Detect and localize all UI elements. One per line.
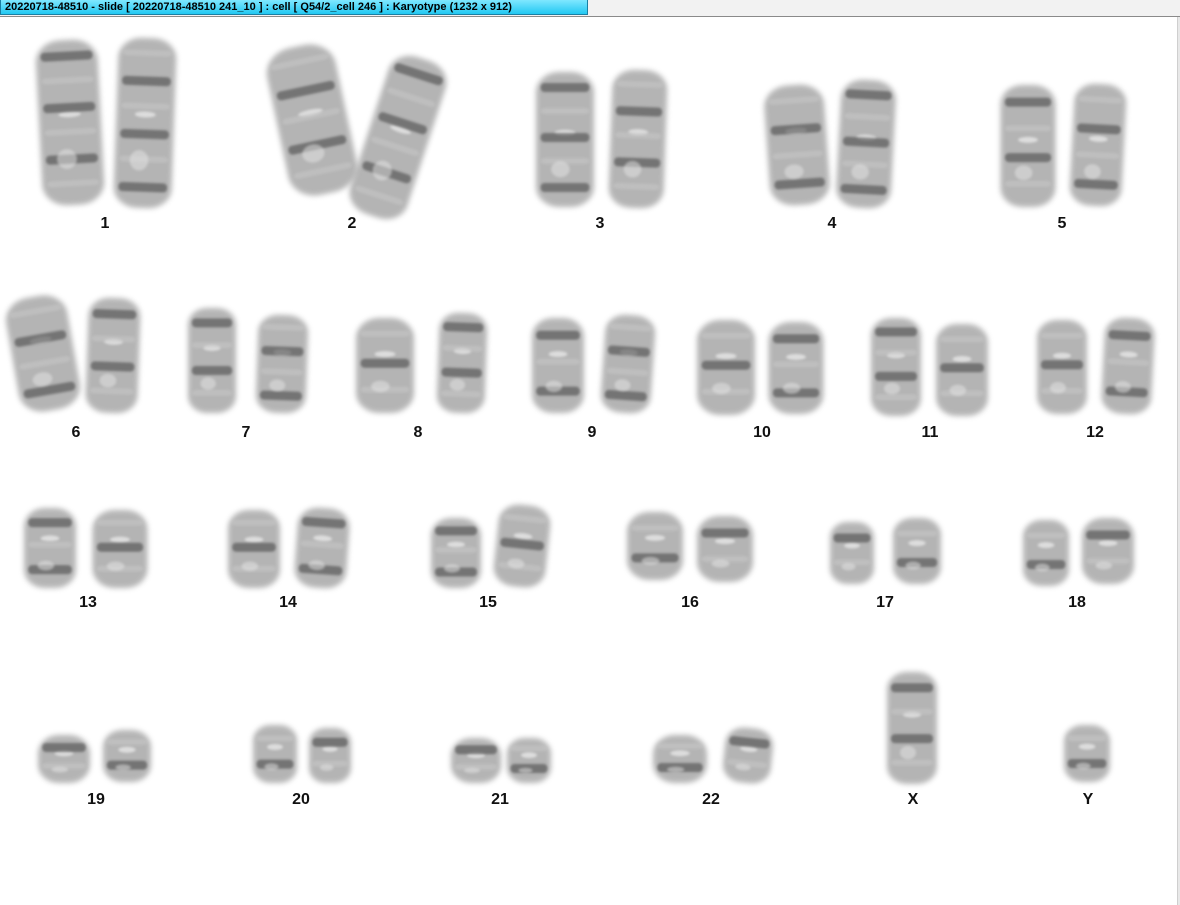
chromosome-label: 12: [1086, 424, 1104, 441]
chromosome-image[interactable]: [830, 522, 874, 584]
chromosome-label: 20: [292, 791, 310, 808]
chromosome-pair-8[interactable]: 8: [356, 312, 488, 441]
chromosome-pair-y[interactable]: Y: [1064, 725, 1110, 808]
chromosome-pair-x[interactable]: X: [887, 672, 937, 808]
chromosome-image[interactable]: [293, 506, 350, 589]
chromosome-image[interactable]: [871, 318, 921, 416]
chromosome-label: 14: [279, 594, 297, 611]
chromosome-pair-11[interactable]: 11: [871, 318, 988, 441]
chromosome-pair-10[interactable]: 10: [697, 320, 824, 441]
chromosome-label: 15: [479, 594, 497, 611]
chromosome-image[interactable]: [1037, 320, 1087, 414]
chromosome-image[interactable]: [255, 314, 309, 414]
chromosome-image[interactable]: [2, 291, 83, 415]
chromosome-label: 9: [588, 424, 597, 441]
chromosome-image[interactable]: [262, 39, 362, 200]
chromosome-image[interactable]: [309, 728, 351, 783]
chromosome-pair-18[interactable]: 18: [1023, 518, 1134, 611]
chromosome-image[interactable]: [38, 735, 90, 783]
chromosome-image[interactable]: [697, 320, 755, 415]
chromosome-pair-12[interactable]: 12: [1037, 317, 1155, 441]
chromosome-image[interactable]: [1101, 317, 1156, 415]
title-bar: 20220718-48510 - slide [ 20220718-48510 …: [0, 0, 1180, 17]
chromosome-image[interactable]: [92, 510, 148, 588]
chromosome-label: 18: [1068, 594, 1086, 611]
chromosome-label: 11: [922, 424, 939, 441]
chromosome-label: 3: [596, 215, 605, 232]
chromosome-label: 10: [753, 424, 771, 441]
chromosome-pair-1[interactable]: 1: [35, 37, 177, 232]
chromosome-label: 7: [242, 424, 251, 441]
chromosome-label: 19: [87, 791, 105, 808]
chromosome-image[interactable]: [936, 324, 988, 416]
chromosome-label: 16: [681, 594, 699, 611]
chromosome-pair-13[interactable]: 13: [24, 508, 148, 611]
chromosome-image[interactable]: [451, 738, 501, 783]
karyogram-canvas: 1 2 3 4 56 7 8 9 10 11 1213 14 15 16 17 1819 20 21 22 X Y: [2, 37, 1155, 808]
chromosome-label: X: [908, 791, 919, 808]
chromosome-pair-3[interactable]: 3: [536, 69, 668, 232]
chromosome-pair-14[interactable]: 14: [228, 506, 351, 611]
chromosome-image[interactable]: [507, 738, 551, 783]
chromosome-pair-16[interactable]: 16: [627, 512, 753, 611]
chromosome-image[interactable]: [1000, 85, 1056, 207]
chromosome-image[interactable]: [103, 730, 151, 782]
chromosome-label: 4: [828, 215, 837, 232]
chromosome-image[interactable]: [536, 72, 594, 207]
chromosome-image[interactable]: [768, 322, 824, 414]
window-tab[interactable]: 20220718-48510 - slide [ 20220718-48510 …: [0, 0, 588, 15]
chromosome-label: Y: [1083, 791, 1094, 808]
chromosome-pair-17[interactable]: 17: [830, 518, 941, 611]
chromosome-pair-9[interactable]: 9: [532, 313, 656, 441]
chromosome-label: 6: [72, 424, 81, 441]
chromosome-label: 5: [1058, 215, 1067, 232]
chromosome-image[interactable]: [24, 508, 76, 588]
chromosome-pair-21[interactable]: 21: [451, 738, 551, 808]
chromosome-image[interactable]: [431, 518, 481, 588]
chromosome-pair-2[interactable]: 2: [262, 39, 452, 232]
chromosome-label: 21: [491, 791, 509, 808]
chromosome-label: 22: [702, 791, 720, 808]
chromosome-label: 8: [414, 424, 423, 441]
chromosome-image[interactable]: [721, 726, 774, 786]
chromosome-image[interactable]: [887, 672, 937, 784]
chromosome-image[interactable]: [1082, 518, 1134, 584]
chromosome-image[interactable]: [188, 308, 236, 413]
chromosome-pair-5[interactable]: 5: [1000, 83, 1128, 232]
chromosome-pair-6[interactable]: 6: [2, 291, 141, 441]
chromosome-pair-7[interactable]: 7: [188, 308, 309, 441]
chromosome-image[interactable]: [253, 725, 297, 783]
chromosome-image[interactable]: [436, 312, 488, 414]
chromosome-pair-20[interactable]: 20: [253, 725, 351, 808]
chromosome-label: 1: [101, 215, 110, 232]
chromosome-image[interactable]: [344, 50, 452, 225]
chromosome-label: 2: [348, 215, 357, 232]
chromosome-pair-4[interactable]: 4: [763, 79, 897, 232]
chromosome-image[interactable]: [1023, 520, 1069, 586]
chromosome-pair-22[interactable]: 22: [653, 726, 775, 808]
chromosome-image[interactable]: [113, 37, 177, 209]
chromosome-image[interactable]: [1069, 83, 1127, 208]
chromosome-image[interactable]: [835, 79, 897, 210]
chromosome-pair-19[interactable]: 19: [38, 730, 151, 808]
chromosome-image[interactable]: [85, 297, 141, 414]
chromosome-image[interactable]: [763, 83, 831, 207]
chromosome-image[interactable]: [608, 69, 668, 209]
chromosome-image[interactable]: [627, 512, 683, 580]
chromosome-label: 13: [79, 594, 97, 611]
karyotype-window: 20220718-48510 - slide [ 20220718-48510 …: [0, 0, 1180, 905]
chromosome-image[interactable]: [228, 510, 280, 588]
chromosome-image[interactable]: [653, 735, 707, 783]
chromosome-image[interactable]: [35, 38, 106, 206]
chromosome-image[interactable]: [532, 318, 584, 413]
chromosome-image[interactable]: [893, 518, 941, 584]
chromosome-image[interactable]: [600, 313, 657, 414]
chromosome-image[interactable]: [492, 503, 552, 590]
chromosome-image[interactable]: [697, 516, 753, 582]
chromosome-label: 17: [876, 594, 894, 611]
chromosome-pair-15[interactable]: 15: [431, 503, 552, 611]
chromosome-image[interactable]: [1064, 725, 1110, 782]
chromosome-image[interactable]: [356, 318, 414, 413]
